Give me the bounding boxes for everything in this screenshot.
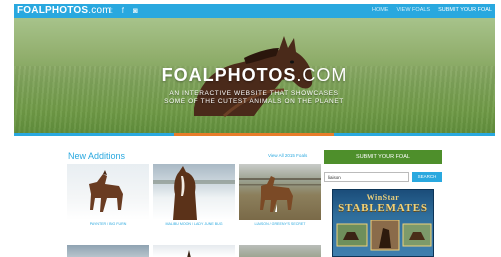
foal-caption-1[interactable]: PAYNTER / BIG FURN bbox=[67, 222, 149, 226]
hero-banner: FOALPHOTOS.COM AN INTERACTIVE WEBSITE TH… bbox=[14, 18, 495, 136]
foal-photo-2 bbox=[153, 166, 235, 220]
view-all-foals-link[interactable]: View All 2015 Foals bbox=[268, 153, 307, 158]
ad-title-line2: STABLEMATES bbox=[338, 202, 428, 214]
foal-photo-3 bbox=[239, 176, 321, 212]
foal-thumbnail-1[interactable] bbox=[67, 164, 149, 220]
search-button[interactable]: SEARCH bbox=[412, 172, 442, 182]
main-nav: HOME VIEW FOALS SUBMIT YOUR FOAL bbox=[372, 7, 492, 13]
foal-photo-5 bbox=[187, 250, 191, 257]
foal-thumbnail-5[interactable] bbox=[153, 245, 235, 257]
hero-title-suffix: .COM bbox=[296, 65, 348, 85]
nav-home-link[interactable]: HOME bbox=[372, 7, 389, 13]
foal-thumbnail-3[interactable] bbox=[239, 164, 321, 220]
logo-main-text: FOALPHOTOS bbox=[17, 5, 89, 16]
social-links: 𝕥 f ◙ bbox=[109, 5, 138, 17]
twitter-icon[interactable]: 𝕥 bbox=[109, 5, 113, 17]
top-nav-bar: FOALPHOTOS.com 𝕥 f ◙ HOME VIEW FOALS SUB… bbox=[14, 4, 495, 18]
foal-thumbnail-6[interactable] bbox=[239, 245, 321, 257]
hero-title: FOALPHOTOS.COM bbox=[14, 65, 495, 86]
foal-caption-2[interactable]: MALIBU MOON / LADY JUNE BUG bbox=[153, 222, 235, 226]
ad-title-line1: WinStar bbox=[366, 193, 400, 202]
site-logo[interactable]: FOALPHOTOS.com bbox=[17, 5, 111, 16]
foal-caption-3[interactable]: LIAISON / GREENY'S SECRET bbox=[239, 222, 321, 226]
hero-accent-stripe bbox=[174, 133, 334, 136]
new-additions-heading: New Additions bbox=[68, 151, 126, 161]
submit-your-foal-button[interactable]: SUBMIT YOUR FOAL bbox=[324, 150, 442, 164]
nav-submit-foal-link[interactable]: SUBMIT YOUR FOAL bbox=[438, 7, 492, 13]
ad-horse-photos bbox=[336, 220, 432, 251]
foal-thumbnail-2[interactable] bbox=[153, 164, 235, 220]
foal-thumbnail-4[interactable] bbox=[67, 245, 149, 257]
foal-photo-1 bbox=[89, 170, 123, 212]
instagram-icon[interactable]: ◙ bbox=[133, 5, 138, 17]
search-input[interactable] bbox=[324, 172, 409, 182]
winstar-stablemates-ad[interactable]: WinStar STABLEMATES bbox=[332, 189, 434, 257]
nav-view-foals-link[interactable]: VIEW FOALS bbox=[396, 7, 430, 13]
logo-suffix-text: .com bbox=[88, 5, 111, 16]
hero-title-main: FOALPHOTOS bbox=[161, 65, 297, 85]
hero-subtitle: AN INTERACTIVE WEBSITE THAT SHOWCASES SO… bbox=[164, 90, 344, 105]
facebook-icon[interactable]: f bbox=[122, 5, 124, 17]
